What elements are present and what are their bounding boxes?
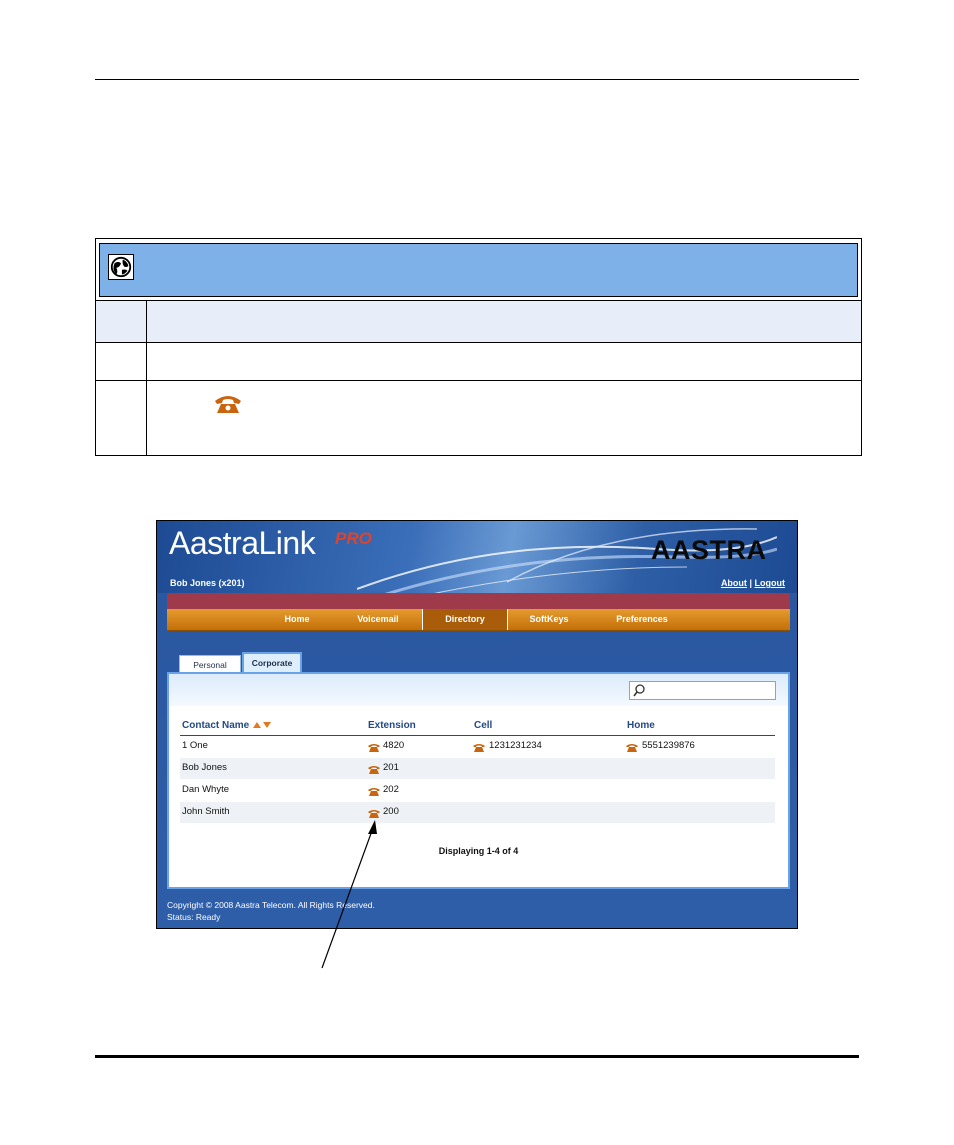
phone-icon[interactable] bbox=[626, 743, 638, 752]
procedure-header bbox=[96, 239, 861, 301]
tab-personal[interactable]: Personal bbox=[179, 655, 241, 673]
extension-value: 4820 bbox=[383, 740, 405, 751]
copyright-text: Copyright © 2008 Aastra Telecom. All Rig… bbox=[167, 900, 375, 910]
app-logo-suffix: PRO bbox=[335, 529, 372, 548]
extension-value: 202 bbox=[383, 784, 399, 795]
search-icon bbox=[633, 684, 645, 697]
procedure-row-2 bbox=[96, 343, 861, 381]
paging-status: Displaying 1-4 of 4 bbox=[438, 846, 519, 856]
contact-name: John Smith bbox=[182, 806, 230, 817]
about-link[interactable]: About bbox=[721, 578, 747, 588]
contact-name: 1 One bbox=[182, 740, 208, 751]
cell-value: 1231231234 bbox=[489, 740, 542, 751]
table-row: Bob Jones 201 bbox=[180, 758, 775, 779]
main-nav: Home Voicemail Directory SoftKeys Prefer… bbox=[167, 609, 790, 631]
extension-value: 200 bbox=[383, 806, 399, 817]
table-row: John Smith 200 bbox=[180, 802, 775, 823]
app-logo: AastraLink bbox=[169, 525, 316, 561]
col-header-extension[interactable]: Extension bbox=[368, 720, 416, 731]
phone-icon[interactable] bbox=[368, 743, 380, 752]
current-user: Bob Jones (x201) bbox=[170, 578, 245, 588]
procedure-table bbox=[95, 238, 862, 456]
app-footer: Copyright © 2008 Aastra Telecom. All Rig… bbox=[167, 899, 375, 923]
globe-icon bbox=[108, 254, 134, 280]
panel-toolbar bbox=[169, 674, 788, 706]
tab-corporate[interactable]: Corporate bbox=[242, 652, 302, 672]
nav-home[interactable]: Home bbox=[267, 609, 327, 630]
page-footer-rule bbox=[95, 1055, 859, 1058]
phone-icon[interactable] bbox=[368, 787, 380, 796]
table-row: Dan Whyte 202 bbox=[180, 780, 775, 801]
phone-icon bbox=[215, 396, 241, 413]
phone-icon[interactable] bbox=[368, 765, 380, 774]
directory-panel: Contact Name Extension Cell Home 1 One 4… bbox=[167, 672, 790, 889]
top-links: About | Logout bbox=[721, 578, 785, 588]
page-header-rule bbox=[95, 79, 859, 80]
col-header-name[interactable]: Contact Name bbox=[182, 720, 272, 731]
table-row: 1 One 4820 1231231234 5551239876 bbox=[180, 736, 775, 757]
step-number-cell bbox=[96, 301, 147, 342]
phone-icon[interactable] bbox=[473, 743, 485, 752]
col-header-name-label: Contact Name bbox=[182, 720, 250, 731]
nav-directory[interactable]: Directory bbox=[422, 609, 508, 630]
extension-value: 201 bbox=[383, 762, 399, 773]
nav-voicemail[interactable]: Voicemail bbox=[343, 609, 413, 630]
aastralink-window: AastraLink PRO AASTRA Bob Jones (x201) A… bbox=[156, 520, 798, 929]
procedure-row-1 bbox=[96, 301, 861, 343]
nav-softkeys[interactable]: SoftKeys bbox=[517, 609, 581, 630]
home-value: 5551239876 bbox=[642, 740, 695, 751]
col-header-cell[interactable]: Cell bbox=[474, 720, 492, 731]
col-header-home[interactable]: Home bbox=[627, 720, 655, 731]
header-bar bbox=[167, 593, 790, 609]
brand-logo: AASTRA bbox=[651, 535, 767, 565]
procedure-header-bar bbox=[99, 243, 858, 297]
contact-name: Dan Whyte bbox=[182, 784, 229, 795]
logout-link[interactable]: Logout bbox=[755, 578, 786, 588]
status-text: Status: Ready bbox=[167, 912, 221, 922]
procedure-row-3 bbox=[96, 381, 861, 456]
search-input[interactable] bbox=[629, 681, 776, 700]
link-separator: | bbox=[749, 578, 752, 588]
nav-preferences[interactable]: Preferences bbox=[599, 609, 685, 630]
app-banner: AastraLink PRO AASTRA bbox=[157, 521, 797, 597]
step-number-cell bbox=[96, 343, 147, 380]
step-number-cell bbox=[96, 381, 147, 456]
sort-arrows-icon[interactable] bbox=[252, 721, 272, 729]
phone-icon[interactable] bbox=[368, 809, 380, 818]
contact-name: Bob Jones bbox=[182, 762, 227, 773]
